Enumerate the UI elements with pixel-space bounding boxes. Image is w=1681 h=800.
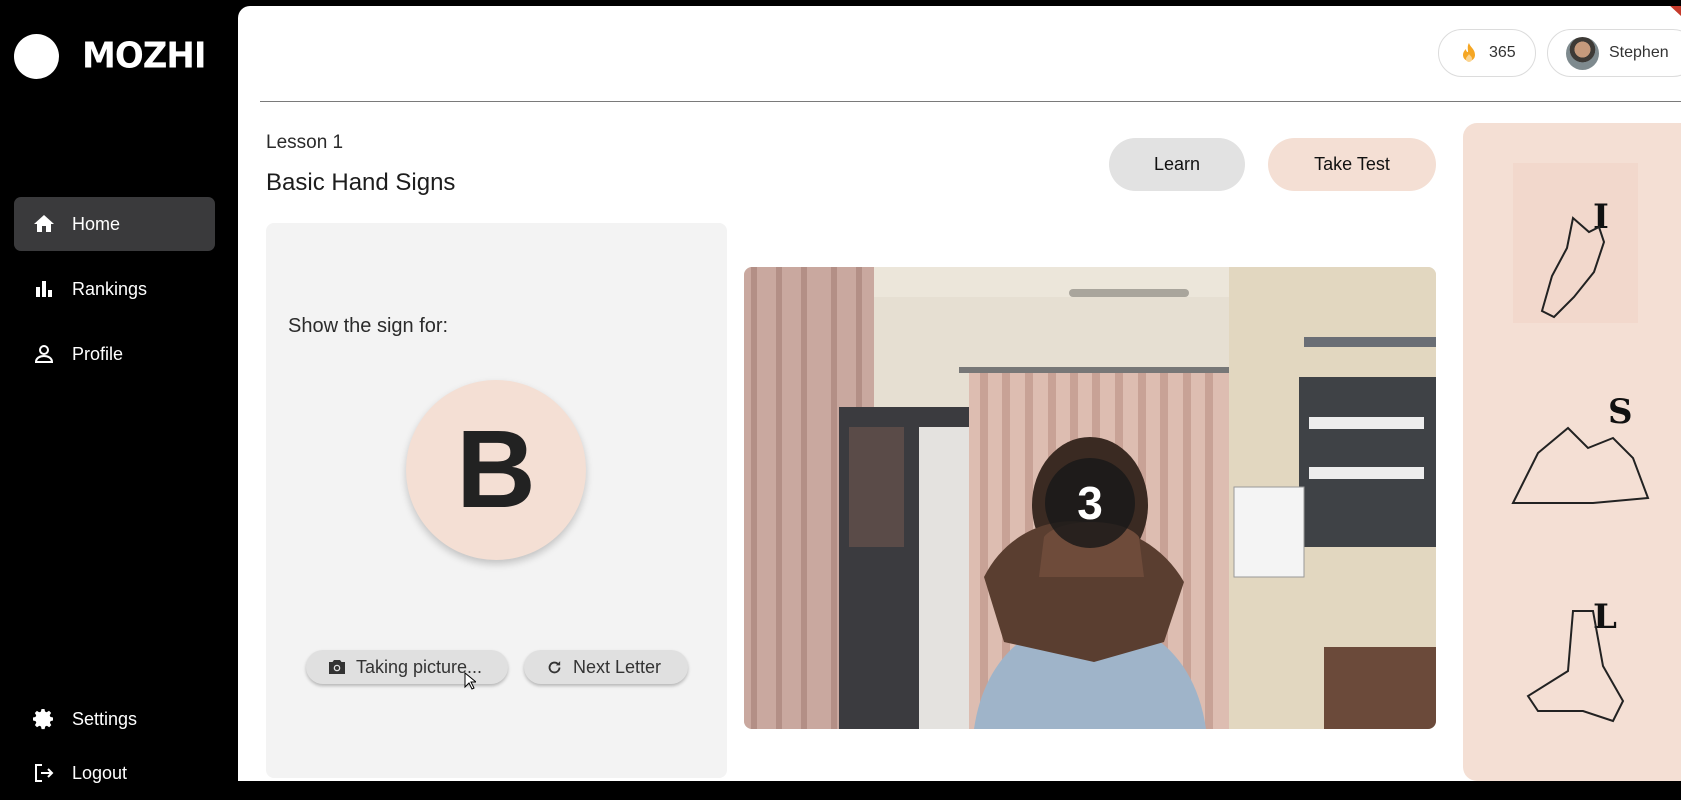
user-name: Stephen (1609, 44, 1669, 61)
sidebar-item-rankings[interactable]: Rankings (14, 262, 215, 316)
target-letter-badge: B (406, 380, 586, 560)
learn-button[interactable]: Learn (1109, 138, 1245, 191)
sidebar-item-label: Logout (72, 762, 128, 783)
next-letter-label: Next Letter (573, 656, 662, 677)
gear-icon (32, 707, 56, 731)
sidebar-item-settings[interactable]: Settings (14, 692, 215, 746)
sidebar: MOZHI Home Rankings Profile Settings Log… (0, 0, 237, 783)
target-letter: B (456, 408, 536, 531)
sidebar-item-label: Settings (72, 708, 138, 729)
window-corner-decoration (1670, 6, 1681, 16)
sidebar-item-label: Home (72, 213, 121, 234)
streak-badge[interactable]: 365 (1438, 29, 1536, 77)
lesson-number: Lesson 1 (266, 132, 344, 153)
page-title: Basic Hand Signs (266, 169, 456, 196)
avatar (1566, 36, 1599, 70)
reference-signs-panel: I S L (1463, 123, 1681, 781)
sidebar-item-profile[interactable]: Profile (14, 327, 215, 381)
logout-icon (32, 761, 56, 785)
app-logo-text: MOZHI (82, 35, 206, 77)
next-letter-button[interactable]: Next Letter (524, 650, 688, 684)
sidebar-item-label: Rankings (72, 278, 148, 299)
sidebar-item-home[interactable]: Home (14, 197, 215, 251)
logo-icon (14, 34, 59, 79)
flame-icon (1459, 42, 1479, 64)
sidebar-item-label: Profile (72, 343, 124, 364)
main-panel: 365 Stephen Lesson 1 Basic Hand Signs Le… (238, 6, 1681, 781)
person-icon (32, 342, 56, 366)
streak-count: 365 (1489, 44, 1516, 61)
sign-prompt-card: Show the sign for: B Taking picture... N… (266, 223, 727, 778)
user-menu[interactable]: Stephen (1547, 29, 1681, 77)
take-picture-button[interactable]: Taking picture... (306, 650, 508, 684)
reference-signs-illustration: I S L (1511, 163, 1650, 723)
bar-chart-icon (32, 277, 56, 301)
camera-icon (328, 659, 346, 675)
sign-prompt-text: Show the sign for: (288, 315, 449, 337)
sidebar-item-logout[interactable]: Logout (14, 746, 215, 800)
refresh-icon (546, 659, 563, 676)
countdown-timer: 3 (1045, 458, 1135, 548)
header-divider (260, 101, 1681, 102)
take-test-button[interactable]: Take Test (1268, 138, 1436, 191)
mouse-cursor-icon (464, 671, 478, 695)
home-icon (32, 212, 56, 236)
reference-letter-S: S (1608, 392, 1633, 432)
